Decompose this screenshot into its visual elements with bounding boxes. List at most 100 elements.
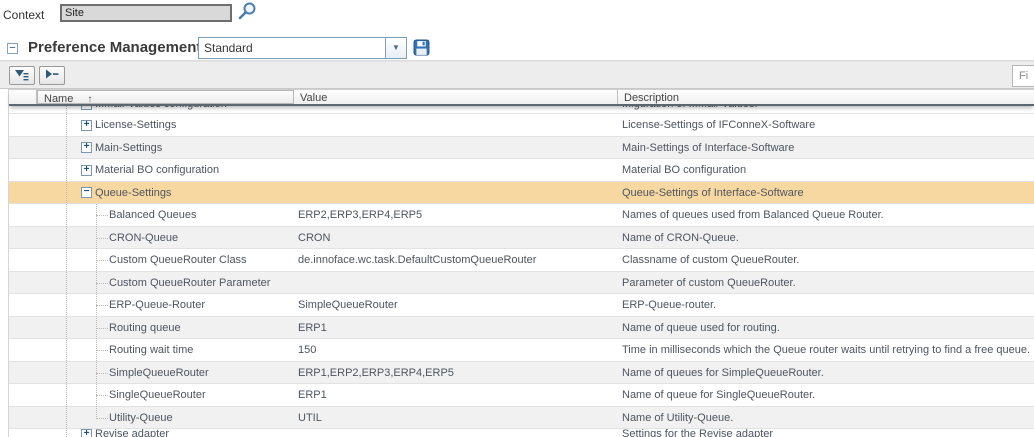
floppy-disk-icon <box>413 39 430 56</box>
pref-name: License-Settings <box>95 119 176 131</box>
table-row[interactable]: +Material BO configurationMaterial BO co… <box>9 159 1034 182</box>
pref-name-cell: Custom QueueRouter Class <box>37 254 294 266</box>
pref-name: Utility-Queue <box>109 412 173 424</box>
collapse-icon[interactable]: − <box>81 187 92 198</box>
table-row[interactable]: +License-Settings License-Settings of IFC… <box>9 114 1034 137</box>
pref-name-cell: Utility-Queue <box>37 412 294 424</box>
expand-all-button[interactable] <box>9 66 35 85</box>
pref-name: Material BO configuration <box>95 164 219 176</box>
table-row[interactable]: SimpleQueueRouter ERP1,ERP2,ERP3,ERP4,ERP… <box>9 362 1034 385</box>
table-row[interactable]: Utility-QueueUTILName of Utility-Queue. <box>9 407 1034 430</box>
row-gutter-cell <box>9 204 37 227</box>
collapse-all-button[interactable] <box>39 66 65 85</box>
pref-value-cell: ERP1 <box>294 389 618 401</box>
column-header-description[interactable]: Description <box>618 90 1034 104</box>
pref-name-cell: +Material BO configuration <box>37 164 294 176</box>
pref-name-cell: CRON-Queue <box>37 232 294 244</box>
magnifier-icon <box>237 1 257 21</box>
save-button[interactable] <box>412 39 430 57</box>
preferences-table: Name ↑ Value Description +...Mail-Values … <box>8 89 1034 437</box>
pref-name-cell: +...Mail-Values configuration <box>37 106 294 110</box>
expand-icon[interactable]: + <box>81 120 92 131</box>
search-button[interactable] <box>237 1 257 22</box>
pref-description-cell: Material BO configuration <box>618 164 1034 176</box>
row-gutter-cell <box>9 182 37 205</box>
table-row[interactable]: Custom QueueRouter ParameterParameter of… <box>9 272 1034 295</box>
pref-description-cell: Settings for the Revise adapter <box>618 429 1034 437</box>
pref-name-cell: ERP-Queue-Router <box>37 299 294 311</box>
pref-name: SingleQueueRouter <box>109 389 206 401</box>
pref-description-cell: Main-Settings of Interface-Software <box>618 142 1034 154</box>
pref-name: Balanced Queues <box>109 209 196 221</box>
pref-name: Custom QueueRouter Class <box>109 254 247 266</box>
column-header-name[interactable]: Name ↑ <box>37 90 294 104</box>
pref-name-cell: Custom QueueRouter Parameter <box>37 277 294 289</box>
context-input[interactable] <box>60 4 232 22</box>
gutter-column-header <box>9 90 37 104</box>
pref-description-cell: ...iguration of ...Mail-Values. <box>618 106 1034 110</box>
table-row[interactable]: Routing queue ERP1Name of queue used for … <box>9 317 1034 340</box>
expand-icon[interactable]: + <box>81 429 92 437</box>
pref-name: Routing wait time <box>109 344 193 356</box>
pref-name: Main-Settings <box>95 142 162 154</box>
row-gutter-cell <box>9 272 37 295</box>
table-row[interactable]: +Main-Settings Main-Settings of Interface… <box>9 137 1034 160</box>
filter-input[interactable]: Fi <box>1012 65 1034 87</box>
row-gutter-cell <box>9 106 37 114</box>
pref-name: Revise adapter <box>95 429 169 437</box>
pref-value-cell: ERP1,ERP2,ERP3,ERP4,ERP5 <box>294 367 618 379</box>
pref-description-cell: Name of queue used for routing. <box>618 322 1034 334</box>
pref-description-cell: Time in milliseconds which the Queue rou… <box>618 344 1034 356</box>
pref-description-cell: Names of queues used from Balanced Queue… <box>618 209 1034 221</box>
pref-name-cell: SingleQueueRouter <box>37 389 294 401</box>
pref-name-cell: SimpleQueueRouter <box>37 367 294 379</box>
pref-description-cell: Name of CRON-Queue. <box>618 232 1034 244</box>
expand-icon[interactable]: + <box>81 142 92 153</box>
context-bar: Context <box>0 0 1034 30</box>
preference-group-selected-value: Standard <box>199 38 385 58</box>
row-gutter-cell <box>9 249 37 272</box>
table-row[interactable]: +...Mail-Values configuration ...iguratio… <box>9 106 1034 114</box>
row-gutter-cell <box>9 384 37 407</box>
pref-name: SimpleQueueRouter <box>109 367 209 379</box>
pref-name: Queue-Settings <box>95 187 171 199</box>
pref-name: Routing queue <box>109 322 181 334</box>
pref-description-cell: Name of queues for SimpleQueueRouter. <box>618 367 1034 379</box>
column-header-name-label: Name <box>44 93 73 105</box>
collapse-all-icon <box>44 68 60 81</box>
sort-ascending-icon: ↑ <box>87 94 92 105</box>
pref-value-cell: SimpleQueueRouter <box>294 299 618 311</box>
row-gutter-cell <box>9 317 37 340</box>
table-row[interactable]: SingleQueueRouterERP1Name of queue for S… <box>9 384 1034 407</box>
preference-management-section-header: − Preference Management Standard ▼ <box>0 30 1034 61</box>
table-header-row: Name ↑ Value Description <box>9 89 1034 106</box>
tree-guide-line <box>96 204 97 417</box>
table-row[interactable]: Custom QueueRouter Classde.innoface.wc.t… <box>9 249 1034 272</box>
expand-all-icon <box>14 68 30 81</box>
table-row[interactable]: CRON-QueueCRONName of CRON-Queue. <box>9 227 1034 250</box>
table-row[interactable]: ERP-Queue-RouterSimpleQueueRouterERP-Que… <box>9 294 1034 317</box>
chevron-down-icon[interactable]: ▼ <box>385 38 406 58</box>
column-header-value[interactable]: Value <box>294 90 618 104</box>
table-row[interactable]: Balanced QueuesERP2,ERP3,ERP4,ERP5Names … <box>9 204 1034 227</box>
row-gutter-cell <box>9 114 37 137</box>
expand-icon[interactable]: + <box>81 165 92 176</box>
expand-icon[interactable]: + <box>81 106 92 110</box>
pref-name-cell: Routing queue <box>37 322 294 334</box>
table-row[interactable]: +Revise adapter Settings for the Revise a… <box>9 429 1034 437</box>
table-toolbar: Fi <box>0 61 1034 89</box>
pref-description-cell: License-Settings of IFConneX-Software <box>618 119 1034 131</box>
section-collapse-icon[interactable]: − <box>7 43 18 54</box>
pref-description-cell: Name of Utility-Queue. <box>618 412 1034 424</box>
preference-group-select[interactable]: Standard ▼ <box>198 37 407 59</box>
pref-name-cell: +Main-Settings <box>37 142 294 154</box>
pref-value-cell: ERP1 <box>294 322 618 334</box>
row-gutter-cell <box>9 294 37 317</box>
context-label: Context <box>3 8 44 22</box>
pref-value-cell: CRON <box>294 232 618 244</box>
table-row[interactable]: −Queue-SettingsQueue-Settings of Interfa… <box>9 182 1034 205</box>
table-row[interactable]: Routing wait time150Time in milliseconds… <box>9 339 1034 362</box>
pref-name-cell: +License-Settings <box>37 119 294 131</box>
row-gutter-cell <box>9 159 37 182</box>
pref-name-cell: Balanced Queues <box>37 209 294 221</box>
